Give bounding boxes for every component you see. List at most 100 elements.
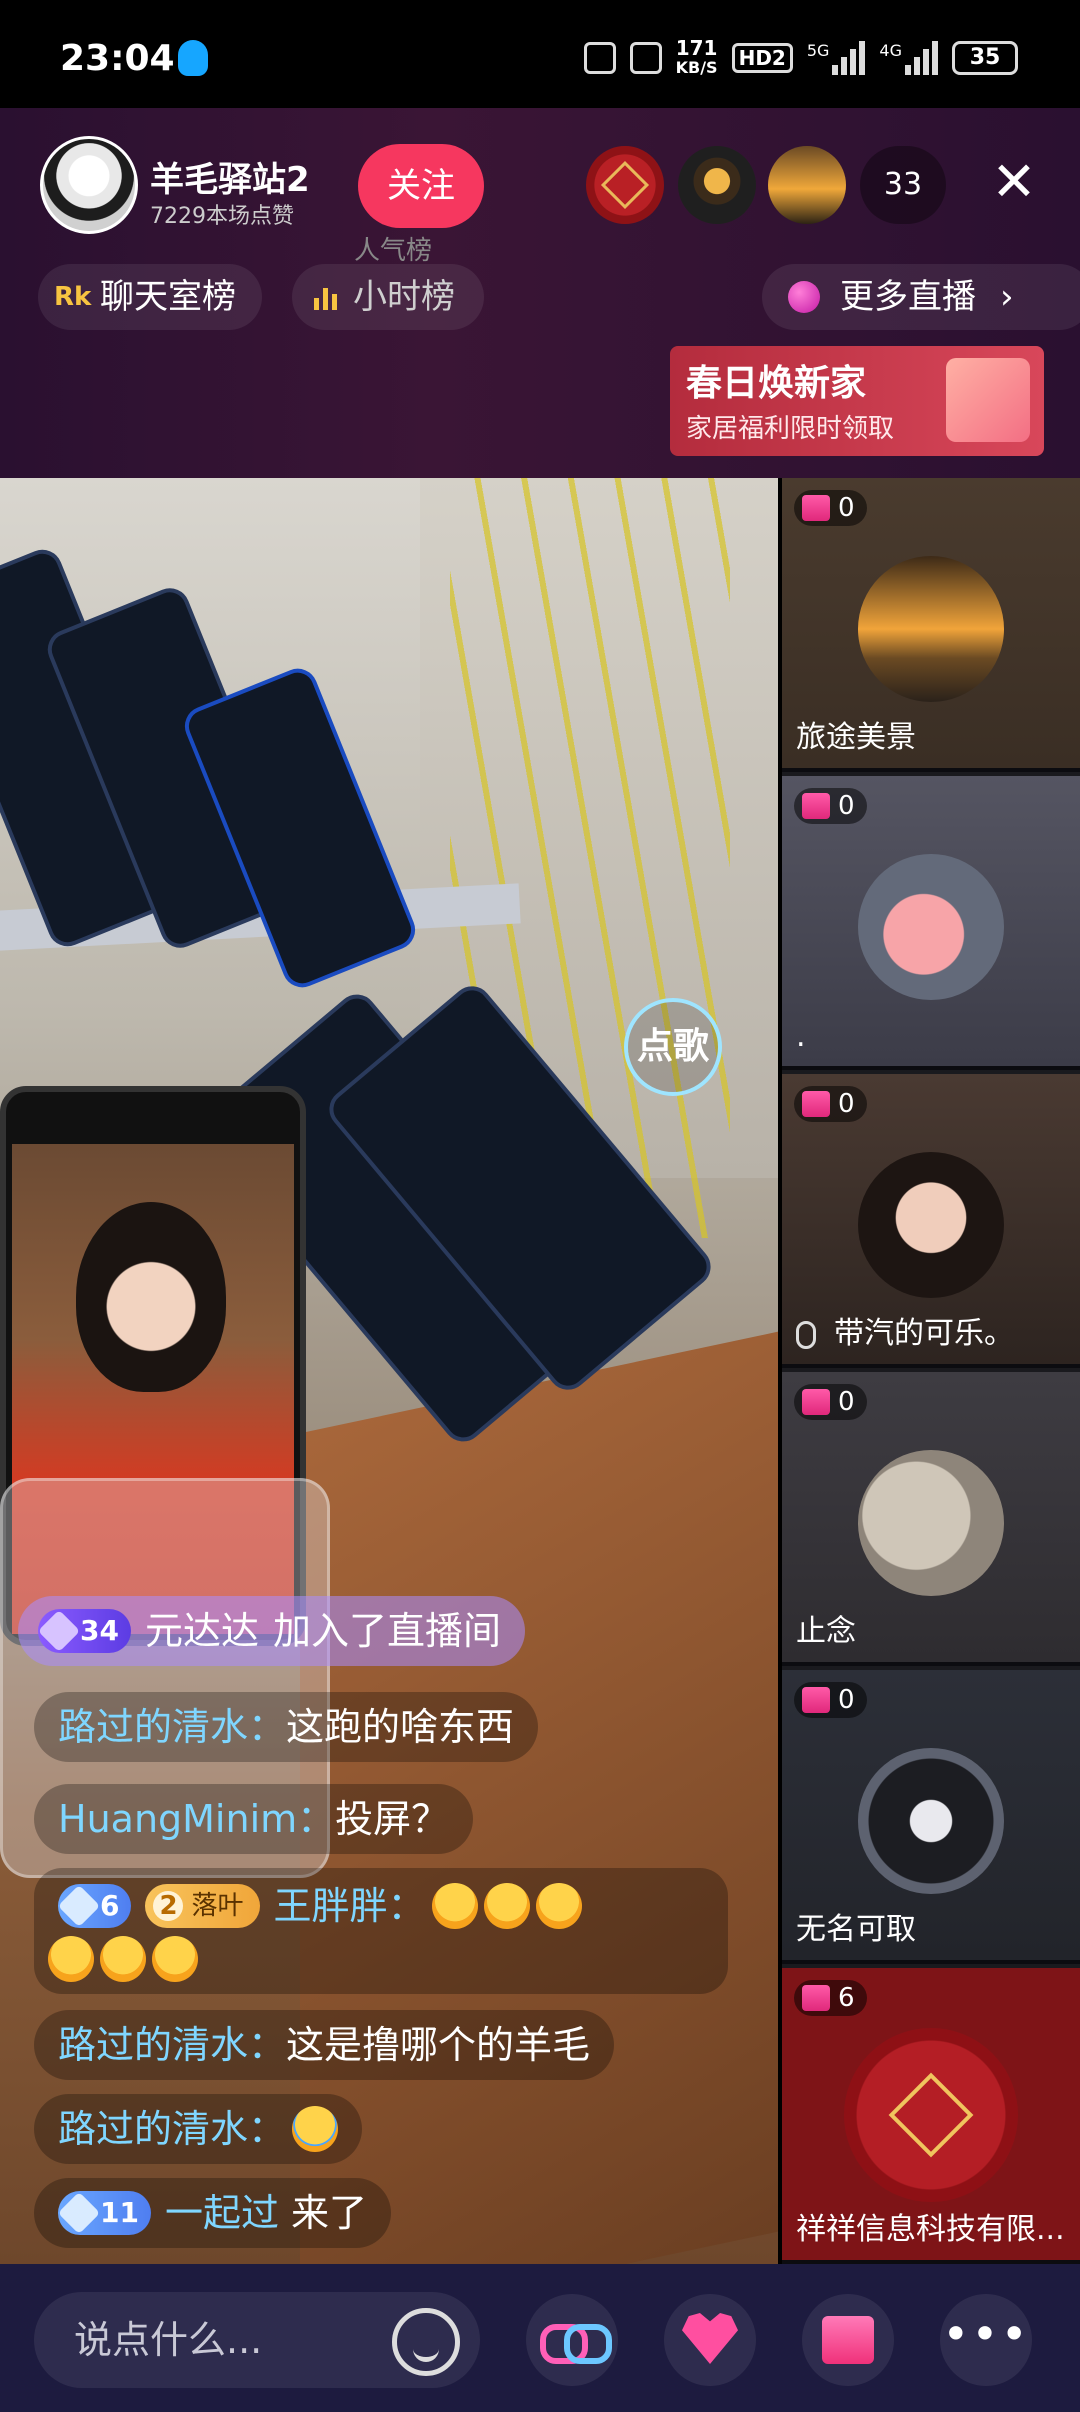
chat-message: 路过的清水： 这跑的啥东西 [34,1692,539,1762]
hour-rank-top-label: 人气榜 [354,236,433,266]
live-room-card[interactable]: 6 祥祥信息科技有限... [782,1968,1080,2264]
live-room-card[interactable]: 0 旅途美景 [782,478,1080,772]
mic-off-icon [796,1320,816,1349]
gift-count-badge: 0 [794,1682,867,1718]
room-name-with-mic: 带汽的可乐。 [796,1308,1076,1352]
chat-user[interactable]: HuangMinim： [58,1784,335,1854]
bar-chart-icon [314,284,337,310]
planet-icon [788,281,820,313]
chat-user[interactable]: 路过的清水： [58,1692,286,1762]
room-avatar [858,556,1004,702]
gift-count-badge: 0 [794,490,867,526]
chat-text: 这跑的啥东西 [286,1705,515,1749]
live-room-card[interactable]: 0 无名可取 [782,1670,1080,1964]
chat-message: 路过的清水： 这是撸哪个的羊毛 [34,2010,615,2080]
chat-message: HuangMinim： 投屏？ [34,1784,474,1854]
link-mic-icon[interactable] [526,2294,618,2386]
room-avatar [858,854,1004,1000]
mute-icon [583,42,616,74]
close-icon[interactable]: ✕ [984,152,1044,212]
more-options-icon[interactable]: ••• [940,2294,1032,2386]
gift-icon[interactable] [802,2294,894,2386]
room-name: 无名可取 [796,1912,916,1947]
signal-4g-icon: 4G [879,41,938,75]
follow-button[interactable]: 关注 [358,144,484,228]
room-avatar [858,1152,1004,1298]
viewer-avatar[interactable] [678,146,756,224]
live-room-card[interactable]: 0 止念 [782,1372,1080,1666]
host-name[interactable]: 羊毛驿站2 [150,152,310,201]
chat-join-notice: 34 元达达 加入了直播间 [18,1596,525,1666]
hour-rank-button[interactable]: 人气榜 小时榜 [292,238,484,330]
chat-text: 投屏？ [335,1797,450,1841]
hd-icon: HD2 [731,43,793,73]
chat-text: 来了 [290,2191,367,2235]
chat-rank-label: 聊天室榜 [100,277,236,317]
live-room-card[interactable]: 0 . [782,776,1080,1070]
status-time: 23:04 [60,38,175,79]
room-name: 带汽的可乐。 [834,1316,1014,1351]
chat-user[interactable]: 路过的清水： [58,2010,286,2080]
emoji-smile-icon[interactable] [392,2308,460,2376]
more-live-button[interactable]: 更多直播 › [762,264,1080,330]
gift-count-badge: 0 [794,788,867,824]
promo-banner[interactable]: 春日焕新家 家居福利限时领取 [670,346,1044,456]
rank-icon: Rk [54,282,92,312]
emoji-icon [483,1883,530,1929]
fan-club-badge: 2 落叶 [145,1884,260,1928]
chat-text: 加入了直播间 [272,1609,501,1653]
gift-icon [802,793,830,819]
net-4g-label: 4G [879,41,902,60]
gift-icon [802,1687,830,1713]
user-level-badge: 34 [37,1609,131,1653]
gift-count-badge: 6 [794,1980,867,2016]
gift-icon [802,1985,830,2011]
emoji-icon [100,1936,146,1982]
battery-icon: 35 [952,41,1018,75]
chat-rank-button[interactable]: Rk 聊天室榜 [38,264,262,330]
gift-box-icon [946,358,1030,442]
gift-count-badge: 0 [794,1384,867,1420]
chat-message: 路过的清水： [34,2094,363,2164]
chat-message: 11 一起过 来了 [34,2178,391,2248]
room-name: 旅途美景 [796,720,916,755]
room-avatar [844,2028,1018,2202]
viewer-avatar[interactable] [768,146,846,224]
user-level-badge: 11 [57,2191,151,2235]
gift-count-badge: 0 [794,1086,867,1122]
qq-icon [178,40,208,76]
live-room-card[interactable]: 0 带汽的可乐。 [782,1074,1080,1368]
chat-user[interactable]: 一起过 [165,2178,279,2248]
like-heart-icon[interactable] [664,2294,756,2386]
gift-icon [802,1091,830,1117]
viewer-count[interactable]: 33 [860,146,946,224]
song-request-button[interactable]: 点歌 [624,998,722,1096]
emoji-icon [48,1936,94,1982]
live-video[interactable]: 点歌 [0,478,778,2264]
gift-icon [802,495,830,521]
status-bar: 23:04 171 KB/S HD2 5G 4G 35 [0,0,1080,108]
speed-value: 171 [675,36,718,60]
hour-rank-label: 小时榜 [353,277,455,317]
room-name: . [796,1019,806,1054]
chat-user[interactable]: 王胖胖： [274,1876,426,1936]
emoji-icon [535,1883,582,1929]
room-avatar [858,1450,1004,1596]
other-live-sidebar: 0 旅途美景 0 . 0 带汽的可乐。 0 止念 0 无名可取 6 祥祥信息科技… [782,478,1080,2264]
host-avatar[interactable] [40,136,138,234]
host-likes: 7229本场点赞 [150,204,294,229]
viewer-avatar[interactable] [586,146,664,224]
room-name: 止念 [796,1614,856,1649]
gift-icon [802,1389,830,1415]
chat-user[interactable]: 路过的清水： [58,2094,286,2164]
emoji-icon [152,1936,198,1982]
chat-user[interactable]: 元达达 [145,1596,259,1666]
bottom-bar: 说点什么... ••• [0,2264,1080,2412]
chat-text: 这是撸哪个的羊毛 [286,2023,591,2067]
chevron-right-icon: › [1000,277,1014,317]
emoji-icon [431,1883,478,1929]
more-live-label: 更多直播 [840,277,976,317]
net-5g-label: 5G [806,41,830,60]
status-icons: 171 KB/S HD2 5G 4G 35 [583,36,1018,78]
live-header: 羊毛驿站2 7229本场点赞 关注 33 ✕ Rk 聊天室榜 人气榜 小时榜 更… [0,108,1080,478]
